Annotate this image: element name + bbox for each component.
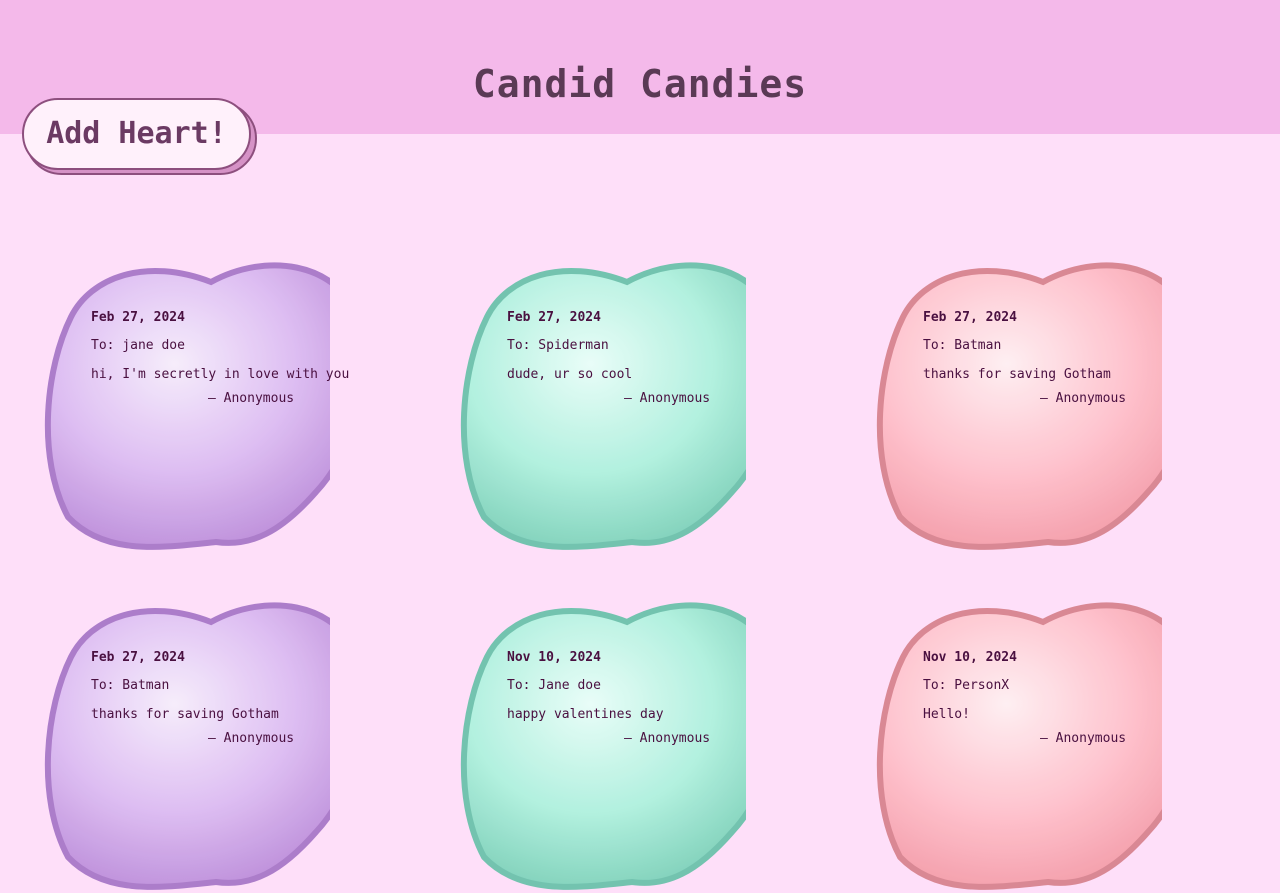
- heart-date: Feb 27, 2024: [91, 310, 185, 325]
- heart-recipient: To: Batman: [923, 338, 1002, 353]
- heart-signature: – Anonymous: [208, 391, 295, 406]
- heart-signature: – Anonymous: [208, 731, 295, 746]
- heart-signature: – Anonymous: [1040, 391, 1127, 406]
- heart-card[interactable]: Feb 27, 2024 To: jane doe hi, I'm secret…: [0, 253, 349, 553]
- heart-card[interactable]: Nov 10, 2024 To: PersonX Hello! – Anonym…: [832, 593, 1162, 893]
- heart-message: thanks for saving Gotham: [91, 707, 279, 722]
- heart-date: Nov 10, 2024: [507, 650, 601, 665]
- heart-signature: – Anonymous: [1040, 731, 1127, 746]
- heart-recipient: To: jane doe: [91, 338, 185, 353]
- heart-date: Feb 27, 2024: [507, 310, 601, 325]
- heart-message: dude, ur so cool: [507, 367, 633, 382]
- heart-date: Feb 27, 2024: [923, 310, 1017, 325]
- heart-date: Nov 10, 2024: [923, 650, 1017, 665]
- heart-recipient: To: PersonX: [923, 678, 1010, 693]
- heart-recipient: To: Spiderman: [507, 338, 609, 353]
- add-heart-button[interactable]: Add Heart!: [22, 98, 251, 170]
- heart-message: happy valentines day: [507, 707, 664, 722]
- heart-message: thanks for saving Gotham: [923, 367, 1111, 382]
- heart-signature: – Anonymous: [624, 391, 711, 406]
- heart-recipient: To: Batman: [91, 678, 170, 693]
- heart-card[interactable]: Feb 27, 2024 To: Batman thanks for savin…: [832, 253, 1162, 553]
- heart-card[interactable]: Feb 27, 2024 To: Batman thanks for savin…: [0, 593, 330, 893]
- heart-message: Hello!: [923, 707, 970, 722]
- heart-recipient: To: Jane doe: [507, 678, 601, 693]
- heart-card[interactable]: Feb 27, 2024 To: Spiderman dude, ur so c…: [416, 253, 746, 553]
- heart-date: Feb 27, 2024: [91, 650, 185, 665]
- heart-card[interactable]: Nov 10, 2024 To: Jane doe happy valentin…: [416, 593, 746, 893]
- heart-message: hi, I'm secretly in love with you: [91, 367, 350, 382]
- heart-signature: – Anonymous: [624, 731, 711, 746]
